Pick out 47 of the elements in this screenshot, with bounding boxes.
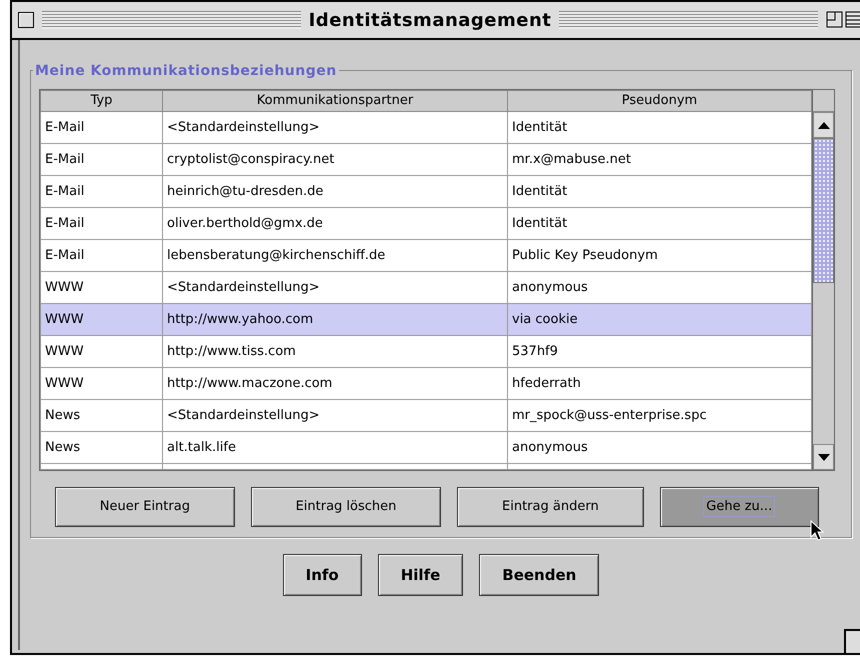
scrollbar[interactable]: [812, 90, 834, 470]
table-cell[interactable]: lebensberatung@kirchenschiff.de: [162, 240, 508, 272]
column-header[interactable]: Typ: [40, 90, 162, 112]
cursor-icon: [810, 520, 824, 542]
table-cell[interactable]: E-Mail: [40, 144, 162, 176]
table-cell[interactable]: http://www.maczone.com: [162, 368, 508, 400]
dialog-button[interactable]: Beenden: [479, 554, 600, 596]
table-cell[interactable]: hfederrath: [508, 368, 812, 400]
table-cell[interactable]: heinrich@tu-dresden.de: [162, 176, 508, 208]
scroll-thumb[interactable]: [813, 138, 834, 283]
table-cell[interactable]: http://www.tiss.com: [162, 336, 508, 368]
action-button[interactable]: Neuer Eintrag: [55, 487, 235, 527]
table-cell[interactable]: anonymous: [508, 432, 812, 464]
table-cell[interactable]: E-Mail: [40, 240, 162, 272]
close-box[interactable]: [18, 12, 34, 28]
dialog-button[interactable]: Hilfe: [378, 554, 464, 596]
scroll-down-icon[interactable]: [818, 454, 830, 460]
action-button[interactable]: Eintrag löschen: [250, 487, 442, 527]
table-cell[interactable]: via cookie: [508, 304, 812, 336]
table-cell[interactable]: 537hf9: [508, 336, 812, 368]
action-button[interactable]: Eintrag ändern: [457, 487, 644, 527]
table-cell[interactable]: mr.x@mabuse.net: [508, 144, 812, 176]
table-cell[interactable]: Public Key Pseudonym: [508, 240, 812, 272]
table-cell[interactable]: Identität: [508, 208, 812, 240]
table-cell[interactable]: E-Mail: [40, 208, 162, 240]
table-cell[interactable]: http://www.yahoo.com: [162, 304, 508, 336]
table-cell[interactable]: E-Mail: [40, 112, 162, 144]
table-cell[interactable]: WWW: [40, 304, 162, 336]
dialog-button[interactable]: Info: [282, 554, 362, 596]
table-cell[interactable]: Identität: [508, 112, 812, 144]
table-cell[interactable]: oliver.berthold@gmx.de: [162, 208, 508, 240]
table-cell[interactable]: News: [40, 432, 162, 464]
column-header[interactable]: Kommunikationspartner: [162, 90, 508, 112]
table-cell[interactable]: Identität: [508, 176, 812, 208]
scroll-up-icon[interactable]: [818, 122, 830, 128]
table-cell[interactable]: E-Mail: [40, 176, 162, 208]
table-cell[interactable]: mr_spock@uss-enterprise.spc: [508, 400, 812, 432]
window-title: Identitätsmanagement: [308, 8, 552, 32]
table-cell[interactable]: cryptolist@conspiracy.net: [162, 144, 508, 176]
table-cell[interactable]: <Standardeinstellung>: [162, 400, 508, 432]
table-cell[interactable]: News: [40, 400, 162, 432]
table-cell[interactable]: WWW: [40, 336, 162, 368]
window-controls-icon[interactable]: [826, 11, 860, 29]
table-cell[interactable]: alt.talk.life: [162, 432, 508, 464]
column-header[interactable]: Pseudonym: [508, 90, 812, 112]
table-cell[interactable]: WWW: [40, 368, 162, 400]
table-cell[interactable]: <Standardeinstellung>: [162, 112, 508, 144]
